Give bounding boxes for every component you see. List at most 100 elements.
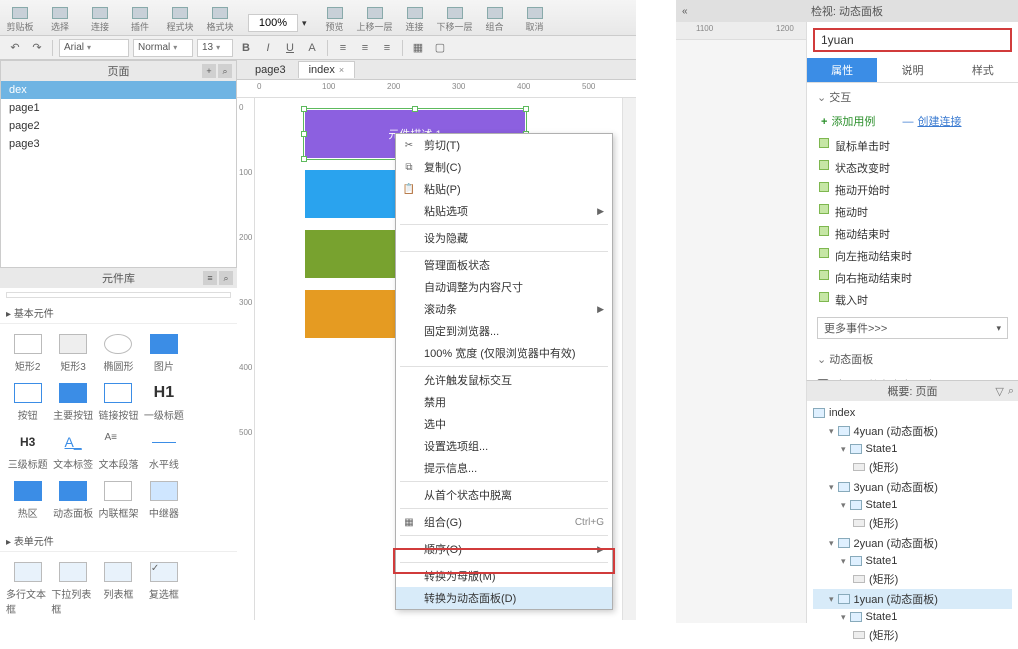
lib-search-icon[interactable]: ⌕	[219, 271, 233, 285]
tree-4yuan-shape[interactable]: (矩形)	[813, 457, 1012, 477]
bold-icon[interactable]: B	[237, 39, 255, 57]
ctx-group[interactable]: ▦组合(G)Ctrl+G	[396, 511, 612, 533]
tab-index[interactable]: index×	[298, 61, 356, 78]
lib-category-form[interactable]: 表单元件	[0, 530, 237, 552]
tb-clipboard[interactable]: 剪贴板	[0, 7, 40, 35]
ctx-tooltip[interactable]: 提示信息...	[396, 457, 612, 479]
widget-button[interactable]: 按钮	[6, 379, 49, 426]
ctx-order[interactable]: 顺序(O)▶	[396, 538, 612, 560]
widget-listbox[interactable]: 列表框	[97, 558, 140, 620]
widget-repeater[interactable]: 中继器	[142, 477, 185, 524]
evt-statechange[interactable]: 状态改变时	[807, 157, 1018, 179]
tb-select[interactable]: 选择	[40, 7, 80, 35]
ctx-to-master[interactable]: 转换为母版(M)	[396, 565, 612, 587]
italic-icon[interactable]: I	[259, 39, 277, 57]
pages-add-icon[interactable]: +	[202, 64, 216, 78]
ctx-100w[interactable]: 100% 宽度 (仅限浏览器中有效)	[396, 342, 612, 364]
tb-down[interactable]: 下移一层	[435, 7, 475, 35]
zoom-input[interactable]	[248, 14, 298, 32]
ctx-copy[interactable]: ⧉复制(C)	[396, 156, 612, 178]
tab-properties[interactable]: 属性	[807, 58, 877, 82]
lib-category-basic[interactable]: 基本元件	[0, 302, 237, 324]
widget-primary-btn[interactable]: 主要按钮	[51, 379, 94, 426]
widget-checkbox[interactable]: ✓复选框	[142, 558, 185, 620]
evt-drag[interactable]: 拖动时	[807, 201, 1018, 223]
widget-dynamic-panel[interactable]: 动态面板	[51, 477, 94, 524]
ctx-paste-opts[interactable]: 粘贴选项▶	[396, 200, 612, 222]
fill-icon[interactable]: ▦	[409, 39, 427, 57]
page-item-page2[interactable]: page2	[1, 117, 236, 135]
ctx-pin[interactable]: 固定到浏览器...	[396, 320, 612, 342]
tb-connect[interactable]: 连接	[80, 7, 120, 35]
font-select[interactable]: Arial▾	[59, 39, 129, 57]
widget-textarea[interactable]: 多行文本框	[6, 558, 49, 620]
evt-dragstart[interactable]: 拖动开始时	[807, 179, 1018, 201]
zoom-control[interactable]: ▾	[248, 14, 307, 32]
widget-rect2[interactable]: 矩形2	[6, 330, 49, 377]
pages-search-icon[interactable]: ⌕	[218, 64, 232, 78]
style-select[interactable]: Normal▾	[133, 39, 193, 57]
tree-4yuan-state[interactable]: ▾State1	[813, 441, 1012, 457]
tree-3yuan-state[interactable]: ▾State1	[813, 497, 1012, 513]
ctx-from-first[interactable]: 从首个状态中脱离	[396, 484, 612, 506]
underline-icon[interactable]: U	[281, 39, 299, 57]
evt-dragend-r[interactable]: 向右拖动结束时	[807, 267, 1018, 289]
section-interactions[interactable]: 交互	[807, 83, 1018, 111]
widget-hotspot[interactable]: 热区	[6, 477, 49, 524]
align-c-icon[interactable]: ≡	[356, 39, 374, 57]
tb-group[interactable]: 组合	[475, 7, 515, 35]
ctx-auto-fit[interactable]: 自动调整为内容尺寸	[396, 276, 612, 298]
tb-block[interactable]: 程式块	[160, 7, 200, 35]
ctx-sel-group[interactable]: 设置选项组...	[396, 435, 612, 457]
evt-click[interactable]: 鼠标单击时	[807, 135, 1018, 157]
tree-2yuan[interactable]: ▾2yuan (动态面板)	[813, 533, 1012, 553]
size-select[interactable]: 13▾	[197, 39, 233, 57]
tb-conn2[interactable]: 连接	[395, 7, 435, 35]
tree-3yuan[interactable]: ▾3yuan (动态面板)	[813, 477, 1012, 497]
widget-h1[interactable]: H1一级标题	[142, 379, 185, 426]
widget-h3[interactable]: H3三级标题	[6, 428, 49, 475]
widget-hline[interactable]: 水平线	[142, 428, 185, 475]
close-icon[interactable]: ×	[339, 65, 344, 75]
ctx-cut[interactable]: ✂剪切(T)	[396, 134, 612, 156]
scrollbar-vertical[interactable]	[622, 98, 636, 620]
color-icon[interactable]: A	[303, 39, 321, 57]
widget-link-btn[interactable]: 链接按钮	[97, 379, 140, 426]
widget-image[interactable]: 图片	[142, 330, 185, 377]
widget-name-input[interactable]: 1yuan	[813, 28, 1012, 52]
add-case-link[interactable]: 添加用例	[831, 116, 875, 128]
tree-1yuan[interactable]: ▾1yuan (动态面板)	[813, 589, 1012, 609]
widget-dropdown[interactable]: 下拉列表框	[51, 558, 94, 620]
ctx-mouse[interactable]: 允许触发鼠标交互	[396, 369, 612, 391]
ctx-scroll[interactable]: 滚动条▶	[396, 298, 612, 320]
align-r-icon[interactable]: ≡	[378, 39, 396, 57]
align-l-icon[interactable]: ≡	[334, 39, 352, 57]
evt-dragend[interactable]: 拖动结束时	[807, 223, 1018, 245]
border-icon[interactable]: ▢	[431, 39, 449, 57]
tree-root[interactable]: index	[813, 405, 1012, 421]
widget-iframe[interactable]: 内联框架	[97, 477, 140, 524]
undo-icon[interactable]: ↶	[6, 39, 24, 57]
tb-plugin[interactable]: 插件	[120, 7, 160, 35]
widget-paragraph[interactable]: A≡文本段落	[97, 428, 140, 475]
more-events-select[interactable]: 更多事件>>>	[817, 317, 1008, 339]
ctx-to-dynamic[interactable]: 转换为动态面板(D)	[396, 587, 612, 609]
tb-preview[interactable]: 预览	[315, 7, 355, 35]
tab-page3[interactable]: page3	[245, 62, 296, 78]
tree-3yuan-shape[interactable]: (矩形)	[813, 513, 1012, 533]
tab-style[interactable]: 样式	[948, 58, 1018, 82]
page-item-dex[interactable]: dex	[1, 81, 236, 99]
tb-format[interactable]: 格式块	[200, 7, 240, 35]
filter-icon[interactable]: ▽	[995, 385, 1003, 398]
evt-load[interactable]: 载入时	[807, 289, 1018, 311]
tree-1yuan-shape[interactable]: (矩形)	[813, 625, 1012, 645]
page-item-page1[interactable]: page1	[1, 99, 236, 117]
tree-4yuan[interactable]: ▾4yuan (动态面板)	[813, 421, 1012, 441]
tb-up[interactable]: 上移一层	[355, 7, 395, 35]
evt-dragend-l[interactable]: 向左拖动结束时	[807, 245, 1018, 267]
search-icon[interactable]: ⌕	[1008, 385, 1014, 398]
ctx-manage-states[interactable]: 管理面板状态	[396, 254, 612, 276]
tree-2yuan-state[interactable]: ▾State1	[813, 553, 1012, 569]
ctx-disable[interactable]: 禁用	[396, 391, 612, 413]
ctx-select[interactable]: 选中	[396, 413, 612, 435]
